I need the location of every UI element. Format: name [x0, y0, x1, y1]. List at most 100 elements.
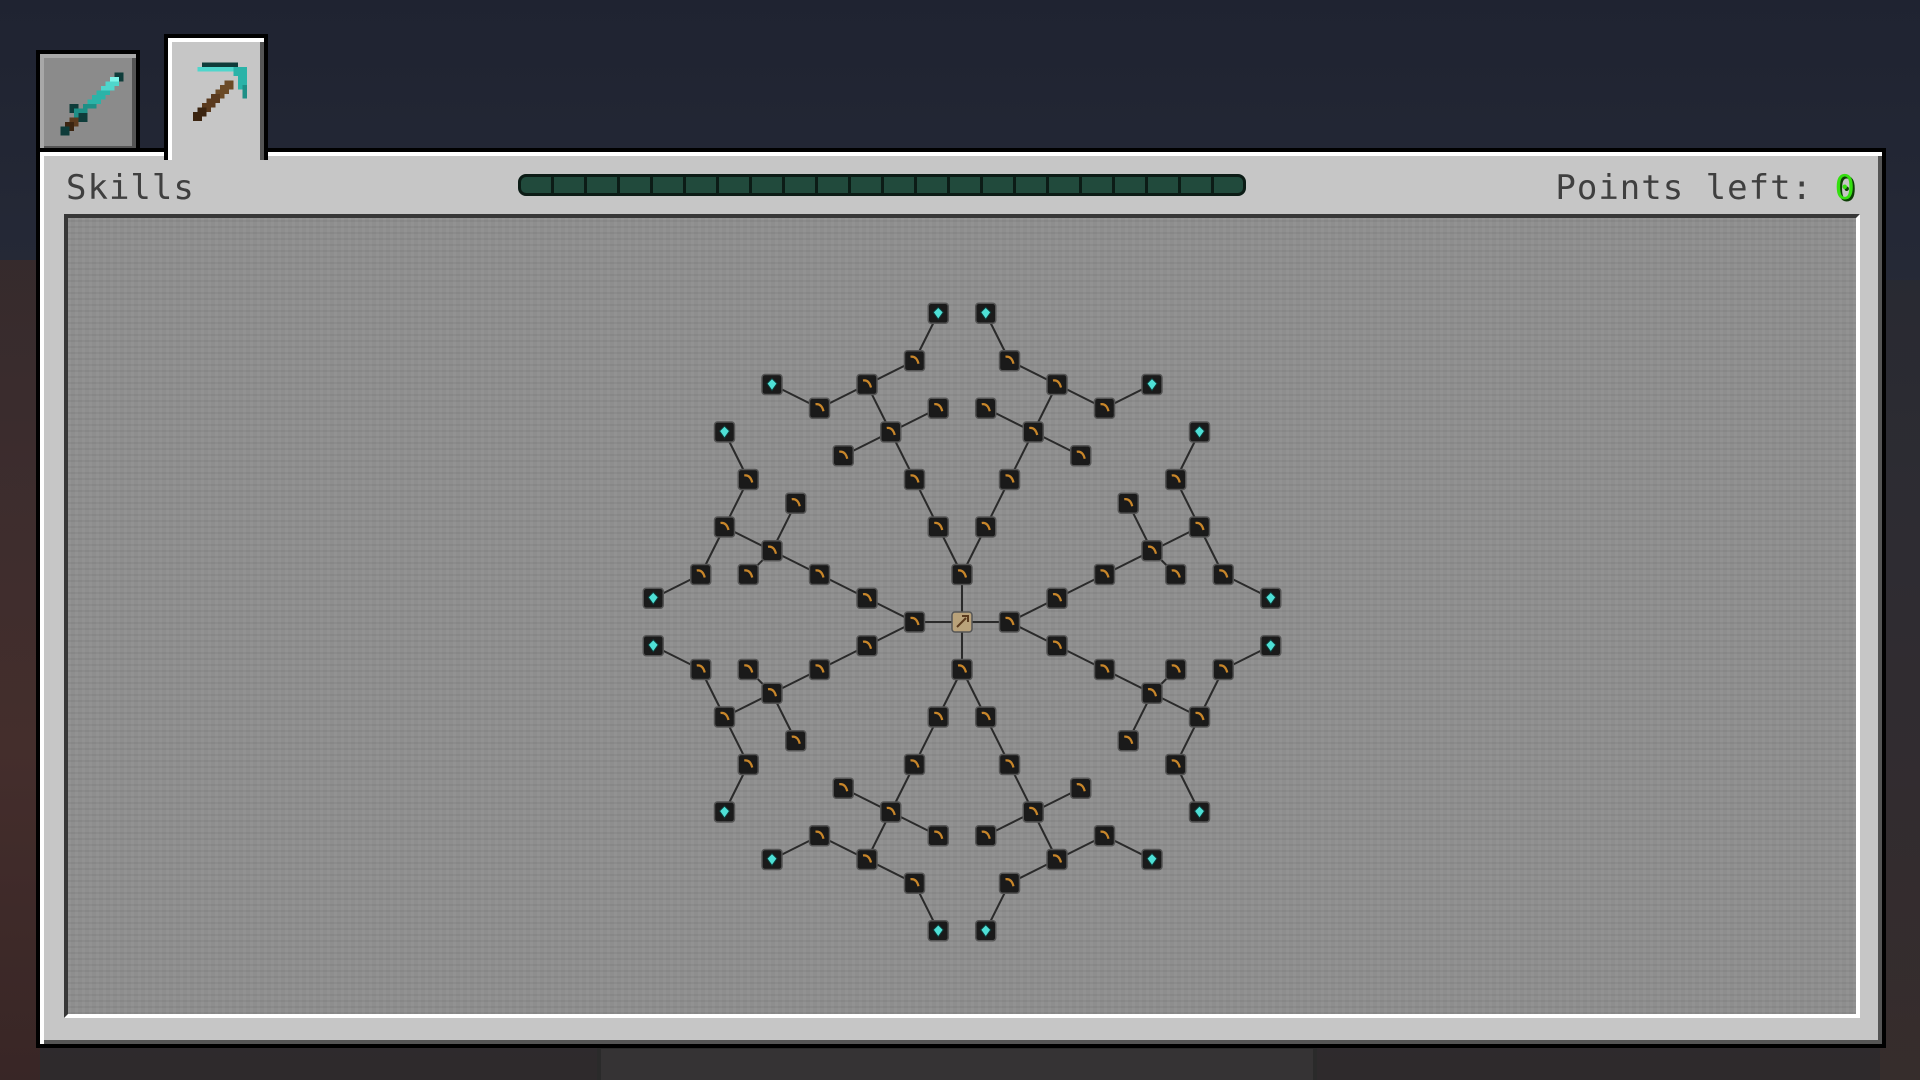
skill-node[interactable] [927, 516, 949, 538]
skill-node[interactable] [998, 753, 1021, 776]
skill-node[interactable] [808, 825, 831, 847]
skill-tree-area [64, 214, 1860, 1018]
tab-pickaxe[interactable] [164, 34, 268, 160]
skill-node[interactable] [903, 611, 926, 633]
skill-leaf-node[interactable] [1188, 421, 1211, 443]
skill-leaf-node[interactable] [975, 302, 997, 324]
skill-node[interactable] [737, 753, 759, 776]
skill-node[interactable] [1046, 373, 1068, 396]
skills-window: Skills Points left: 0 [36, 148, 1886, 1048]
skill-node[interactable] [785, 730, 807, 752]
points-left-label: Points left: [1555, 168, 1814, 208]
skill-node[interactable] [927, 397, 949, 419]
skill-node[interactable] [785, 492, 807, 514]
skill-leaf-node[interactable] [1188, 801, 1211, 823]
skill-node[interactable] [975, 706, 997, 728]
skill-leaf-node[interactable] [761, 373, 783, 396]
skill-node[interactable] [880, 421, 902, 443]
skill-node[interactable] [808, 397, 831, 419]
skill-node[interactable] [1093, 563, 1116, 586]
skill-node[interactable] [1117, 492, 1139, 514]
skill-node[interactable] [713, 516, 736, 538]
skill-node[interactable] [856, 635, 878, 657]
skill-node[interactable] [1070, 445, 1092, 467]
skill-node[interactable] [1165, 658, 1187, 681]
skill-leaf-node[interactable] [1260, 587, 1282, 609]
skill-node[interactable] [1141, 540, 1163, 562]
skill-node[interactable] [903, 753, 926, 776]
skill-node[interactable] [1093, 825, 1116, 847]
diamond-sword-icon [60, 72, 124, 136]
hotbar [597, 1045, 1317, 1080]
points-left-value: 0 [1834, 168, 1856, 208]
skill-node[interactable] [737, 658, 759, 681]
skill-node[interactable] [1093, 397, 1116, 419]
skill-node[interactable] [975, 516, 997, 538]
skill-node[interactable] [856, 373, 878, 396]
skill-node[interactable] [1188, 706, 1211, 728]
skill-node[interactable] [1212, 658, 1234, 681]
skill-node[interactable] [808, 563, 831, 586]
skill-node[interactable] [832, 777, 854, 799]
skill-node[interactable] [737, 468, 759, 491]
skill-node[interactable] [761, 682, 783, 704]
skill-root-node[interactable] [951, 611, 973, 633]
skill-leaf-node[interactable] [713, 801, 736, 823]
skill-node[interactable] [951, 563, 973, 586]
skill-leaf-node[interactable] [927, 302, 949, 324]
skill-node[interactable] [1165, 753, 1187, 776]
skill-leaf-node[interactable] [1260, 635, 1282, 657]
skill-leaf-node[interactable] [642, 635, 664, 657]
skill-leaf-node[interactable] [642, 587, 664, 609]
skill-node[interactable] [713, 706, 736, 728]
skill-node[interactable] [1046, 587, 1068, 609]
skill-node[interactable] [998, 611, 1021, 633]
skill-node[interactable] [856, 848, 878, 871]
skill-node[interactable] [1188, 516, 1211, 538]
skill-node[interactable] [1046, 635, 1068, 657]
skill-node[interactable] [927, 706, 949, 728]
skill-node[interactable] [856, 587, 878, 609]
skill-node[interactable] [1070, 777, 1092, 799]
skill-node[interactable] [903, 350, 926, 372]
skill-node[interactable] [1022, 801, 1044, 823]
skill-node[interactable] [951, 658, 973, 681]
world-background-right [1880, 280, 1920, 1080]
skill-node[interactable] [832, 445, 854, 467]
skill-node[interactable] [808, 658, 831, 681]
skill-node[interactable] [903, 872, 926, 894]
skill-node[interactable] [998, 350, 1021, 372]
skill-node[interactable] [737, 563, 759, 586]
skill-node[interactable] [1046, 848, 1068, 871]
skill-node[interactable] [690, 658, 712, 681]
skill-leaf-node[interactable] [1141, 848, 1163, 871]
tab-sword[interactable] [36, 50, 140, 154]
skill-node[interactable] [927, 825, 949, 847]
skill-node[interactable] [690, 563, 712, 586]
points-left: Points left: 0 [1555, 168, 1856, 208]
skill-node[interactable] [1165, 563, 1187, 586]
page-title: Skills [66, 168, 195, 208]
skill-node[interactable] [1022, 421, 1044, 443]
skill-leaf-node[interactable] [927, 920, 949, 942]
skill-node[interactable] [1141, 682, 1163, 704]
skill-node[interactable] [761, 540, 783, 562]
skill-node[interactable] [1212, 563, 1234, 586]
skill-node[interactable] [1165, 468, 1187, 491]
skill-leaf-node[interactable] [713, 421, 736, 443]
diamond-pickaxe-icon [193, 62, 247, 121]
world-background-left [0, 260, 40, 1080]
skill-leaf-node[interactable] [975, 920, 997, 942]
skill-leaf-node[interactable] [1141, 373, 1163, 396]
skill-node[interactable] [1117, 730, 1139, 752]
skill-node[interactable] [1093, 658, 1116, 681]
skill-node[interactable] [998, 468, 1021, 491]
skill-node[interactable] [998, 872, 1021, 894]
skill-node[interactable] [903, 468, 926, 491]
skill-node[interactable] [975, 397, 997, 419]
skill-leaf-node[interactable] [761, 848, 783, 871]
skill-node[interactable] [880, 801, 902, 823]
skill-node[interactable] [975, 825, 997, 847]
progress-bar [518, 174, 1246, 196]
skill-tree [642, 302, 1282, 942]
